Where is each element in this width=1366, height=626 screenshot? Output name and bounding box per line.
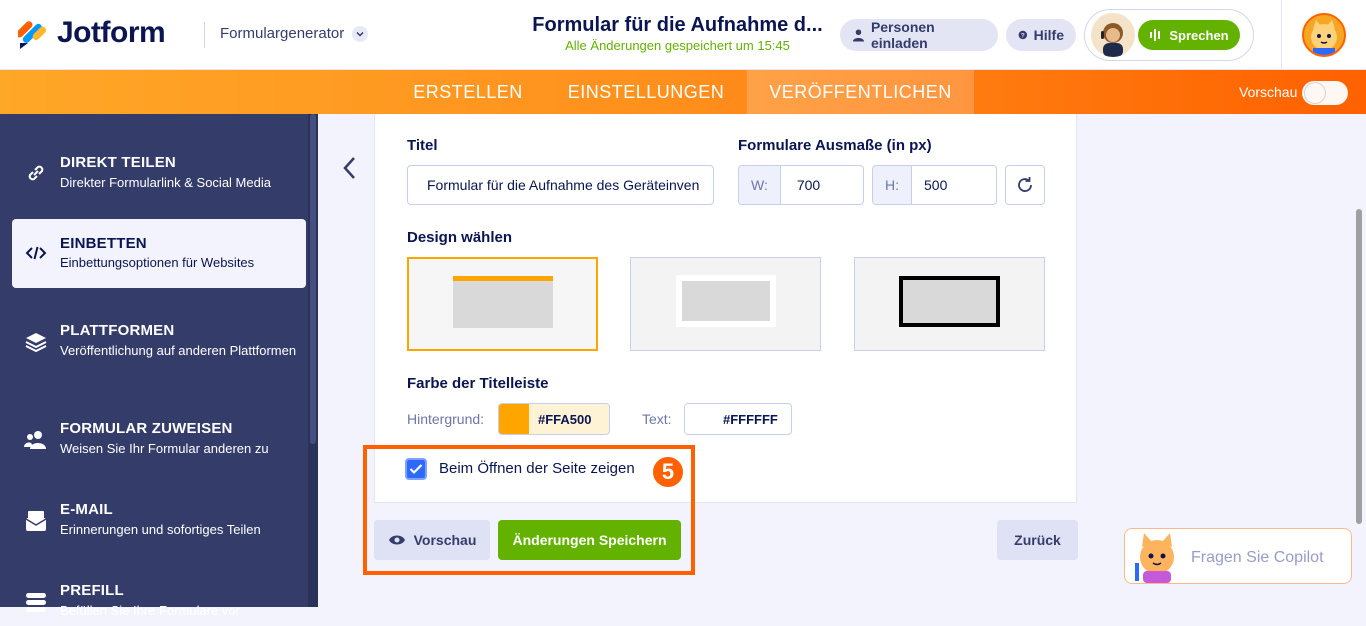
sidebar-item-desc: Direkter Formularlink & Social Media (60, 175, 271, 190)
layers-icon (24, 330, 48, 354)
copilot-label: Fragen Sie Copilot (1191, 549, 1324, 566)
height-value: 500 (924, 177, 948, 193)
sidebar-item-email[interactable]: E-MAIL Erinnerungen und sofortiges Teile… (12, 485, 306, 555)
builder-label: Formulargenerator (220, 25, 345, 42)
divider (204, 22, 205, 48)
toggle-knob (1305, 83, 1325, 103)
reset-size-button[interactable] (1005, 165, 1045, 205)
scrollbar-thumb[interactable] (1356, 209, 1362, 524)
agent-avatar (1091, 13, 1135, 57)
main-scrollbar[interactable] (1352, 114, 1366, 607)
bg-color-value: #FFA500 (538, 411, 592, 427)
main-tabs: ERSTELLEN EINSTELLUNGEN VERÖFFENTLICHEN … (0, 70, 1366, 114)
form-title[interactable]: Formular für die Aufnahme d... (520, 14, 835, 37)
refresh-icon (1018, 177, 1032, 192)
titlebar-color-label: Farbe der Titelleiste (407, 375, 549, 392)
prefill-icon (24, 590, 48, 614)
design-preview-frame (899, 276, 1000, 327)
copilot-button[interactable]: Fragen Sie Copilot (1124, 528, 1352, 584)
design-option-lightbox[interactable] (630, 257, 821, 351)
tab-veroeffentlichen[interactable]: VERÖFFENTLICHEN (747, 70, 974, 114)
person-icon (852, 29, 865, 42)
width-value: 700 (796, 177, 821, 193)
sidebar-item-title: E-MAIL (60, 501, 113, 518)
sidebar-item-title: PLATTFORMEN (60, 322, 175, 339)
preview-toggle[interactable] (1302, 81, 1348, 105)
code-icon (24, 241, 48, 265)
help-label: Hilfe (1033, 27, 1064, 43)
help-icon: ? (1018, 30, 1028, 39)
invite-label: Personen einladen (870, 19, 935, 51)
title-input[interactable]: Formular für die Aufnahme des Geräteinve… (407, 165, 714, 205)
link-icon (24, 161, 48, 185)
sidebar-item-direkt-teilen[interactable]: DIREKT TEILEN Direkter Formularlink & So… (12, 138, 306, 208)
top-bar: Jotform Formulargenerator Formular für d… (0, 0, 1366, 70)
sidebar-item-einbetten[interactable]: EINBETTEN Einbettungsoptionen für Websit… (12, 219, 306, 288)
users-icon (24, 428, 48, 452)
design-preview-body (453, 281, 553, 328)
bg-color-label: Hintergrund: (407, 411, 485, 427)
chevron-down-icon (352, 25, 369, 42)
text-color-label: Text: (642, 411, 672, 427)
sidebar-item-desc: Einbettungsoptionen für Websites (60, 255, 255, 270)
ai-agent-widget[interactable]: Sprechen (1084, 9, 1254, 61)
text-color-swatch (685, 404, 715, 434)
sidebar-item-prefill[interactable]: PREFILL Befüllen Sie Ihre Formulare vor (12, 566, 306, 626)
width-input[interactable]: W: 700 (738, 165, 864, 205)
email-icon (24, 509, 48, 533)
step-number-badge: 5 (651, 455, 685, 489)
sidebar-item-title: EINBETTEN (60, 235, 147, 252)
publish-sidebar: DIREKT TEILEN Direkter Formularlink & So… (0, 114, 318, 618)
sidebar-item-title: FORMULAR ZUWEISEN (60, 420, 233, 437)
text-color-value: #FFFFFF (723, 411, 778, 427)
text-color-picker[interactable]: #FFFFFF (684, 403, 792, 435)
width-prefix: W: (739, 166, 781, 204)
sidebar-item-title: DIREKT TEILEN (60, 154, 176, 171)
speak-button[interactable]: Sprechen (1138, 20, 1240, 50)
sidebar-item-plattformen[interactable]: PLATTFORMEN Veröffentlichung auf anderen… (12, 306, 306, 384)
design-option-dark-frame[interactable] (854, 257, 1045, 351)
tab-einstellungen[interactable]: EINSTELLUNGEN (545, 70, 747, 114)
bg-color-picker[interactable]: #FFA500 (498, 403, 610, 435)
back-button[interactable]: Zurück (997, 520, 1078, 560)
sidebar-item-title: PREFILL (60, 582, 124, 599)
speak-label: Sprechen (1169, 27, 1229, 43)
title-field-label: Titel (407, 137, 438, 154)
builder-dropdown[interactable]: Formulargenerator (220, 25, 369, 42)
help-button[interactable]: ? Hilfe (1006, 19, 1076, 51)
sidebar-item-formular-zuweisen[interactable]: FORMULAR ZUWEISEN Weisen Sie Ihr Formula… (12, 404, 306, 474)
audio-wave-icon (1150, 29, 1161, 41)
preview-toggle-label: Vorschau (1239, 84, 1298, 100)
user-avatar[interactable] (1302, 13, 1346, 57)
sidebar-item-desc: Befüllen Sie Ihre Formulare vor (60, 603, 240, 618)
save-status: Alle Änderungen gespeichert um 15:45 (565, 38, 790, 53)
bg-color-swatch (499, 404, 529, 434)
svg-text:?: ? (1021, 32, 1025, 39)
copilot-mascot-icon (1135, 533, 1174, 583)
invite-button[interactable]: Personen einladen (840, 19, 998, 51)
jotform-logo-icon (18, 21, 47, 49)
design-label: Design wählen (407, 229, 513, 246)
height-prefix: H: (873, 166, 912, 204)
tutorial-highlight-frame (363, 445, 695, 575)
design-option-titlebar[interactable] (407, 257, 598, 351)
scrollbar-thumb[interactable] (310, 114, 316, 444)
sidebar-scrollbar[interactable] (308, 114, 318, 607)
brand-name: Jotform (57, 16, 166, 49)
back-arrow-icon[interactable] (342, 156, 358, 185)
divider (1281, 0, 1282, 70)
design-preview-body (682, 281, 770, 321)
size-label: Formulare Ausmaße (in px) (738, 137, 932, 154)
height-input[interactable]: H: 500 (872, 165, 997, 205)
main-content: Titel Formular für die Aufnahme des Gerä… (318, 114, 1366, 607)
tab-erstellen[interactable]: ERSTELLEN (391, 70, 545, 114)
sidebar-item-desc: Erinnerungen und sofortiges Teilen (60, 522, 261, 537)
jotform-logo[interactable]: Jotform (18, 16, 166, 50)
sidebar-item-desc: Weisen Sie Ihr Formular anderen zu (60, 441, 269, 456)
sidebar-item-desc: Veröffentlichung auf anderen Plattformen (60, 343, 297, 358)
